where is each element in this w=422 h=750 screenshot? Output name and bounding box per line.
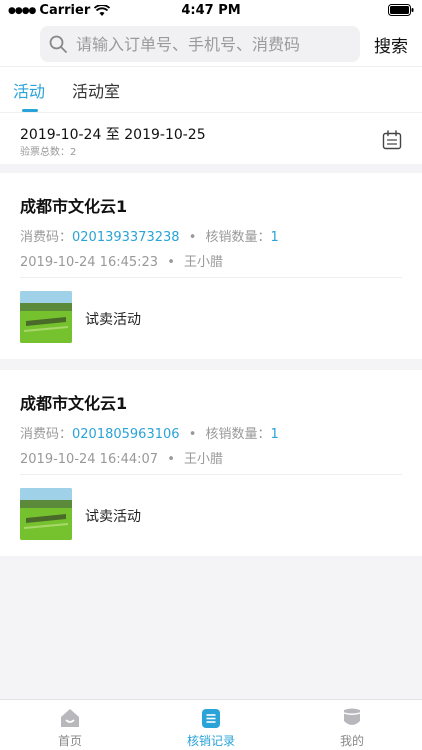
separator-dot: • <box>188 230 197 245</box>
activity-name: 试卖活动 <box>85 509 141 525</box>
record-card[interactable]: 成都市文化云1 消费码：0201805963106 • 核销数量：1 2019-… <box>0 370 422 556</box>
qty-value: 1 <box>270 230 279 245</box>
status-bar: ●●●● Carrier 4:47 PM <box>0 0 422 22</box>
record-time: 2019-10-24 16:44:07 <box>20 452 159 467</box>
home-icon <box>61 709 79 727</box>
record-code-line: 消费码：0201805963106 • 核销数量：1 <box>20 423 279 442</box>
record-card[interactable]: 成都市文化云1 消费码：0201393373238 • 核销数量：1 2019-… <box>0 173 422 359</box>
record-time: 2019-10-24 16:45:23 <box>20 255 159 270</box>
tab-activity-room[interactable]: 活动室 <box>72 78 120 102</box>
date-filter: 2019-10-24 至 2019-10-25 验票总数：2 <box>0 112 422 164</box>
ticket-total: 验票总数：2 <box>20 147 77 158</box>
consume-code: 0201805963106 <box>72 427 180 442</box>
record-code-line: 消费码：0201393373238 • 核销数量：1 <box>20 226 279 245</box>
search-input[interactable] <box>76 34 346 54</box>
consume-code: 0201393373238 <box>72 230 180 245</box>
battery-icon <box>388 4 414 20</box>
code-label: 消费码： <box>20 230 73 245</box>
tab-activity[interactable]: 活动 <box>13 78 45 102</box>
activity-name: 试卖活动 <box>85 312 141 328</box>
record-time-line: 2019-10-24 16:45:23 • 王小腊 <box>20 251 223 270</box>
record-title: 成都市文化云1 <box>20 197 128 216</box>
activity-thumbnail <box>20 488 72 540</box>
qty-value: 1 <box>270 427 279 442</box>
tabbar-records-label: 核销记录 <box>186 734 235 748</box>
tabbar-profile-label: 我的 <box>339 734 364 748</box>
tabbar-home-label: 首页 <box>57 734 82 748</box>
operator-name: 王小腊 <box>184 452 224 467</box>
calendar-icon[interactable] <box>382 130 402 150</box>
separator-dot: • <box>167 452 175 467</box>
separator-dot: • <box>188 427 197 442</box>
separator-dot: • <box>167 255 175 270</box>
record-title: 成都市文化云1 <box>20 394 128 413</box>
search-icon <box>49 35 67 53</box>
date-range[interactable]: 2019-10-24 至 2019-10-25 <box>20 124 206 144</box>
records-icon <box>202 709 220 728</box>
status-time: 4:47 PM <box>181 3 241 18</box>
qty-label: 核销数量： <box>205 427 271 442</box>
bottom-tab-bar: 首页 核销记录 我的 <box>0 699 422 750</box>
profile-icon <box>343 708 361 725</box>
tabbar-profile[interactable]: 我的 <box>282 700 422 750</box>
tabbar-records[interactable]: 核销记录 <box>141 700 281 750</box>
tabbar-home[interactable]: 首页 <box>0 700 140 750</box>
divider <box>20 277 402 278</box>
category-tabs: 活动 活动室 <box>0 66 422 112</box>
search-header: 搜索 <box>0 22 422 66</box>
record-time-line: 2019-10-24 16:44:07 • 王小腊 <box>20 448 223 467</box>
activity-thumbnail <box>20 291 72 343</box>
operator-name: 王小腊 <box>184 255 224 270</box>
search-box[interactable] <box>40 26 360 62</box>
divider <box>20 474 402 475</box>
search-button[interactable]: 搜索 <box>374 32 408 57</box>
code-label: 消费码： <box>20 427 73 442</box>
qty-label: 核销数量： <box>205 230 271 245</box>
